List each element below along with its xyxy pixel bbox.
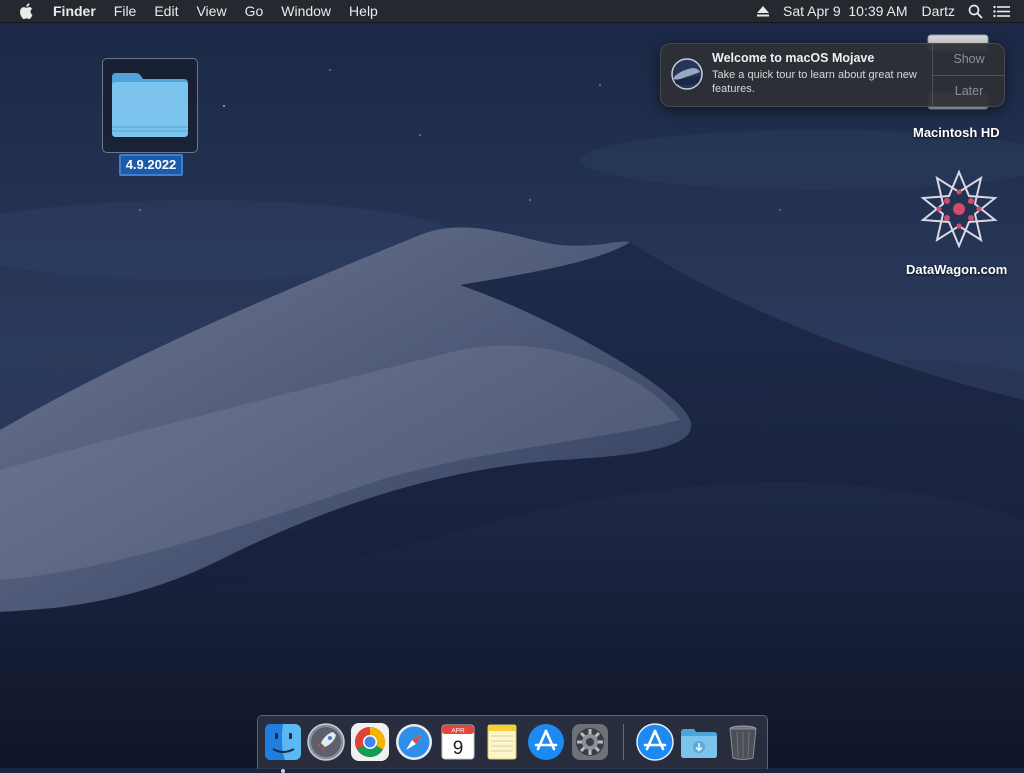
show-button[interactable]: Show — [933, 44, 1005, 75]
gear-icon[interactable] — [570, 722, 610, 762]
calendar-month-label: APR — [451, 728, 465, 735]
menu-app-name[interactable]: Finder — [49, 0, 105, 22]
menu-help[interactable]: Help — [340, 0, 387, 22]
app-store-icon[interactable] — [635, 722, 675, 762]
notification-title: Welcome to macOS Mojave — [712, 51, 875, 65]
notes-icon[interactable] — [482, 722, 522, 762]
notification-actions: Show Later — [932, 44, 1005, 106]
downloads-folder-icon[interactable] — [679, 722, 719, 762]
notification-banner[interactable]: Welcome to macOS Mojave Take a quick tou… — [660, 43, 1005, 107]
app-store-icon[interactable] — [526, 722, 566, 762]
chrome-icon[interactable] — [350, 722, 390, 762]
desktop-icon-label: Macintosh HD — [913, 125, 1000, 140]
mojave-icon — [671, 58, 703, 95]
menu-file[interactable]: File — [105, 0, 146, 22]
star-pattern-icon[interactable] — [917, 168, 1001, 250]
list-icon[interactable] — [988, 0, 1014, 22]
running-indicator — [281, 769, 285, 773]
menu-edit[interactable]: Edit — [145, 0, 187, 22]
later-button[interactable]: Later — [933, 75, 1005, 107]
calendar-icon[interactable]: APR 9 — [438, 722, 478, 762]
trash-icon[interactable] — [723, 722, 763, 762]
desktop-folder[interactable] — [102, 58, 198, 153]
eject-icon[interactable] — [750, 0, 776, 22]
folder-name-field[interactable]: 4.9.2022 — [119, 154, 183, 176]
safari-compass-icon[interactable] — [394, 722, 434, 762]
menu-go[interactable]: Go — [236, 0, 273, 22]
menu-window[interactable]: Window — [272, 0, 340, 22]
launchpad-rocket-icon[interactable] — [306, 722, 346, 762]
dock-separator — [623, 724, 624, 760]
dock: APR 9 — [257, 715, 768, 773]
calendar-day-label: 9 — [453, 738, 464, 759]
menu-bar: Finder File Edit View Go Window Help Sat… — [0, 0, 1024, 23]
notification-body: Take a quick tour to learn about great n… — [712, 69, 917, 95]
desktop-icon-label: DataWagon.com — [906, 262, 1008, 277]
spotlight-search-icon[interactable] — [962, 0, 988, 22]
finder-icon[interactable] — [263, 722, 303, 773]
menu-view[interactable]: View — [187, 0, 235, 22]
apple-logo-icon[interactable] — [15, 0, 37, 22]
folder-icon — [112, 73, 188, 137]
menu-user[interactable]: Dartz — [915, 0, 962, 22]
menu-clock[interactable]: Sat Apr 9 10:39 AM — [776, 0, 915, 22]
